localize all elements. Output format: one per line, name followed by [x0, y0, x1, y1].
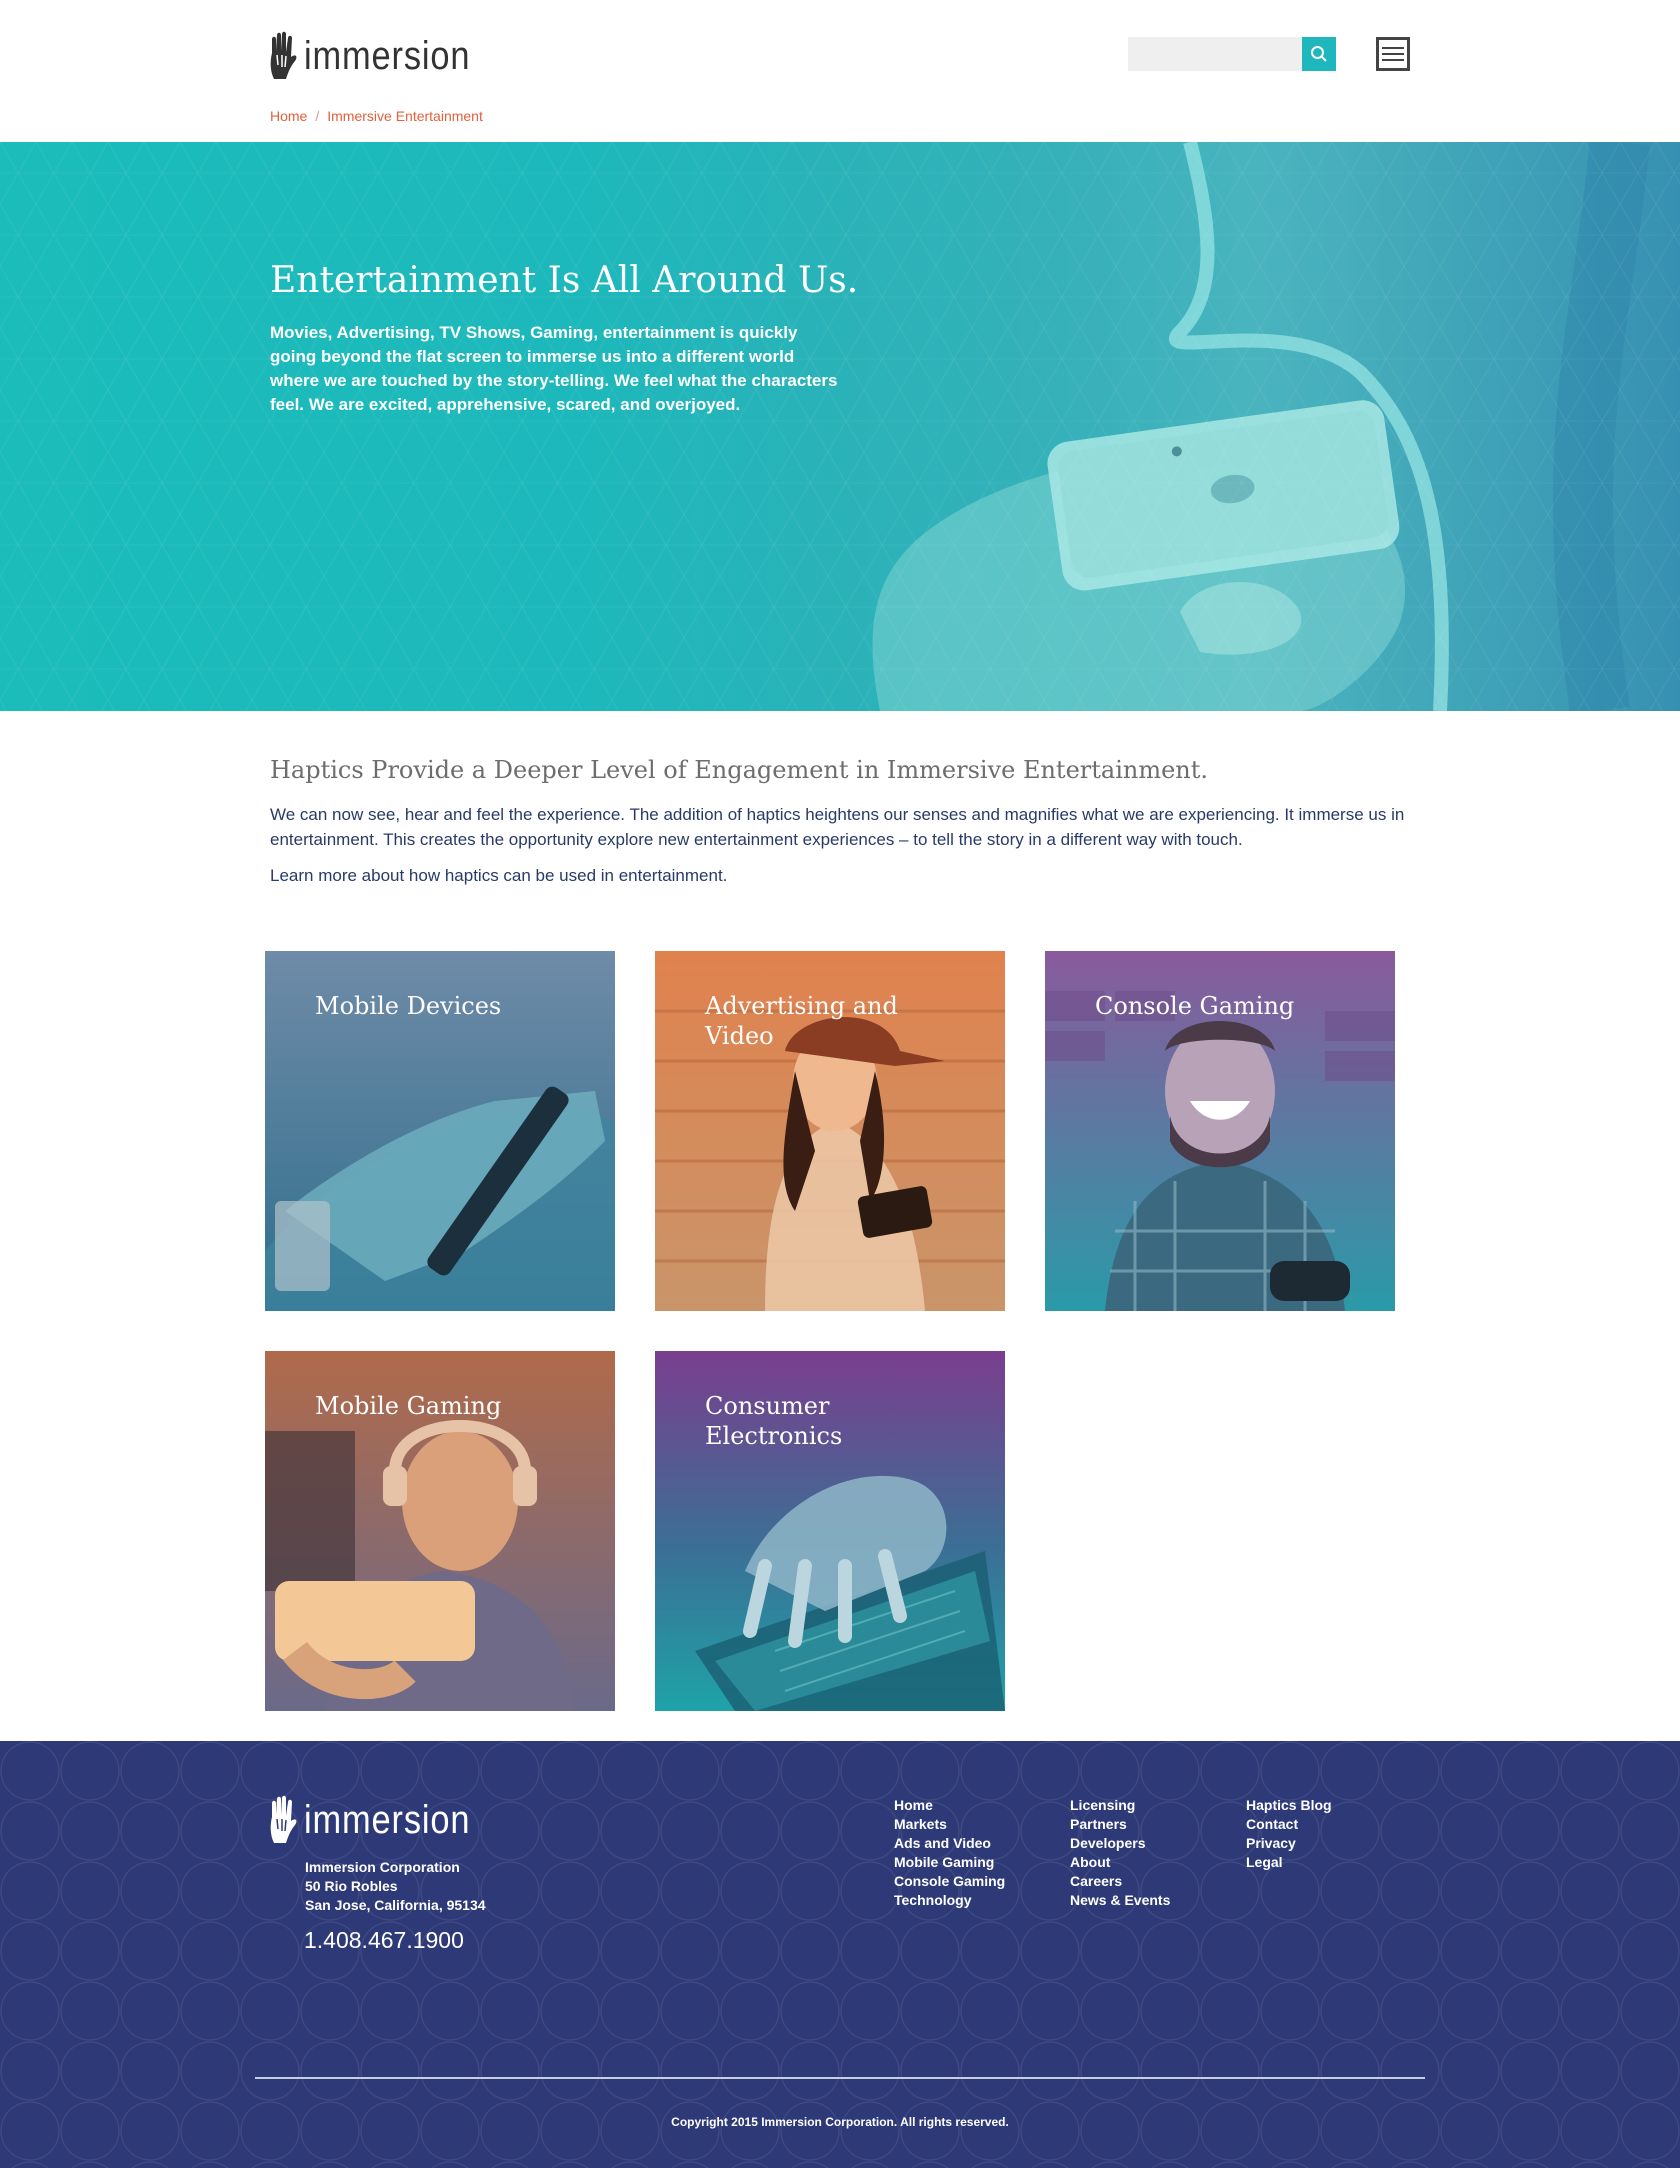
footer-divider [255, 2077, 1425, 2079]
footer-link-ads-and-video[interactable]: Ads and Video [894, 1834, 1005, 1853]
search-icon [1311, 46, 1327, 62]
footer-link-mobile-gaming[interactable]: Mobile Gaming [894, 1853, 1005, 1872]
breadcrumb: Home / Immersive Entertainment [270, 108, 483, 124]
footer-link-technology[interactable]: Technology [894, 1891, 1005, 1910]
hamburger-menu-button[interactable] [1376, 37, 1410, 71]
hand-logo-icon [270, 31, 297, 79]
menu-bar-icon [1382, 53, 1404, 55]
footer-nav-column-1: Home Markets Ads and Video Mobile Gaming… [894, 1796, 1005, 1910]
learn-more-link[interactable]: Learn more about how haptics can be used… [270, 866, 727, 886]
footer-link-careers[interactable]: Careers [1070, 1872, 1170, 1891]
footer-link-about[interactable]: About [1070, 1853, 1170, 1872]
footer-pattern-overlay [0, 1741, 1680, 2168]
hand-logo-icon [270, 1795, 297, 1843]
breadcrumb-separator: / [315, 108, 320, 124]
tile-label-console-gaming: Console Gaming [1095, 992, 1295, 1020]
site-header: immersion Home / Immersive Entertainment [0, 0, 1680, 142]
tile-advertising-and-video[interactable]: Advertising and Video [655, 951, 1005, 1311]
menu-bar-icon [1382, 59, 1404, 61]
tile-label-consumer-electronics: Consumer Electronics [705, 1392, 843, 1450]
logo-wordmark: immersion [304, 33, 471, 78]
tile-consumer-electronics[interactable]: Consumer Electronics [655, 1351, 1005, 1711]
footer-company-name: Immersion Corporation [305, 1859, 460, 1875]
tile-label-mobile-devices: Mobile Devices [315, 992, 502, 1020]
footer-phone: 1.408.467.1900 [304, 1927, 464, 1953]
footer-immersion-logo[interactable]: immersion [268, 1795, 497, 1845]
hero-banner: Entertainment Is All Around Us. Movies, … [0, 142, 1680, 711]
tile-label-mobile-gaming: Mobile Gaming [315, 1392, 502, 1420]
footer-city: San Jose, California, 95134 [305, 1897, 486, 1913]
footer-link-legal[interactable]: Legal [1246, 1853, 1332, 1872]
hero-pattern-overlay [0, 142, 1680, 711]
site-footer: immersion Immersion Corporation 50 Rio R… [0, 1741, 1680, 2168]
hero-description: Movies, Advertising, TV Shows, Gaming, e… [270, 323, 838, 414]
footer-link-contact[interactable]: Contact [1246, 1815, 1332, 1834]
footer-copyright: Copyright 2015 Immersion Corporation. Al… [671, 2115, 1009, 2129]
search-button[interactable] [1302, 37, 1336, 71]
footer-link-console-gaming[interactable]: Console Gaming [894, 1872, 1005, 1891]
footer-address: Immersion Corporation 50 Rio Robles San … [305, 1858, 486, 1915]
footer-link-markets[interactable]: Markets [894, 1815, 1005, 1834]
breadcrumb-home-link[interactable]: Home [270, 108, 307, 124]
intro-heading: Haptics Provide a Deeper Level of Engage… [270, 756, 1209, 784]
footer-link-partners[interactable]: Partners [1070, 1815, 1170, 1834]
footer-link-privacy[interactable]: Privacy [1246, 1834, 1332, 1853]
immersion-logo[interactable]: immersion [268, 30, 497, 82]
intro-paragraph: We can now see, hear and feel the experi… [270, 805, 1405, 849]
footer-link-licensing[interactable]: Licensing [1070, 1796, 1170, 1815]
footer-logo-wordmark: immersion [304, 1797, 471, 1842]
footer-link-news-events[interactable]: News & Events [1070, 1891, 1170, 1910]
tile-mobile-gaming[interactable]: Mobile Gaming [265, 1351, 615, 1711]
tile-label-advertising-and-video: Advertising and Video [705, 992, 898, 1050]
footer-link-haptics-blog[interactable]: Haptics Blog [1246, 1796, 1332, 1815]
tile-mobile-devices[interactable]: Mobile Devices [265, 951, 615, 1311]
footer-link-home[interactable]: Home [894, 1796, 1005, 1815]
hero-title: Entertainment Is All Around Us. [270, 260, 859, 301]
footer-nav-column-3: Haptics Blog Contact Privacy Legal [1246, 1796, 1332, 1872]
tile-console-gaming[interactable]: Console Gaming [1045, 951, 1395, 1311]
footer-link-developers[interactable]: Developers [1070, 1834, 1170, 1853]
footer-nav-column-2: Licensing Partners Developers About Care… [1070, 1796, 1170, 1910]
menu-bar-icon [1382, 47, 1404, 49]
footer-street: 50 Rio Robles [305, 1878, 398, 1894]
breadcrumb-current: Immersive Entertainment [327, 108, 483, 124]
